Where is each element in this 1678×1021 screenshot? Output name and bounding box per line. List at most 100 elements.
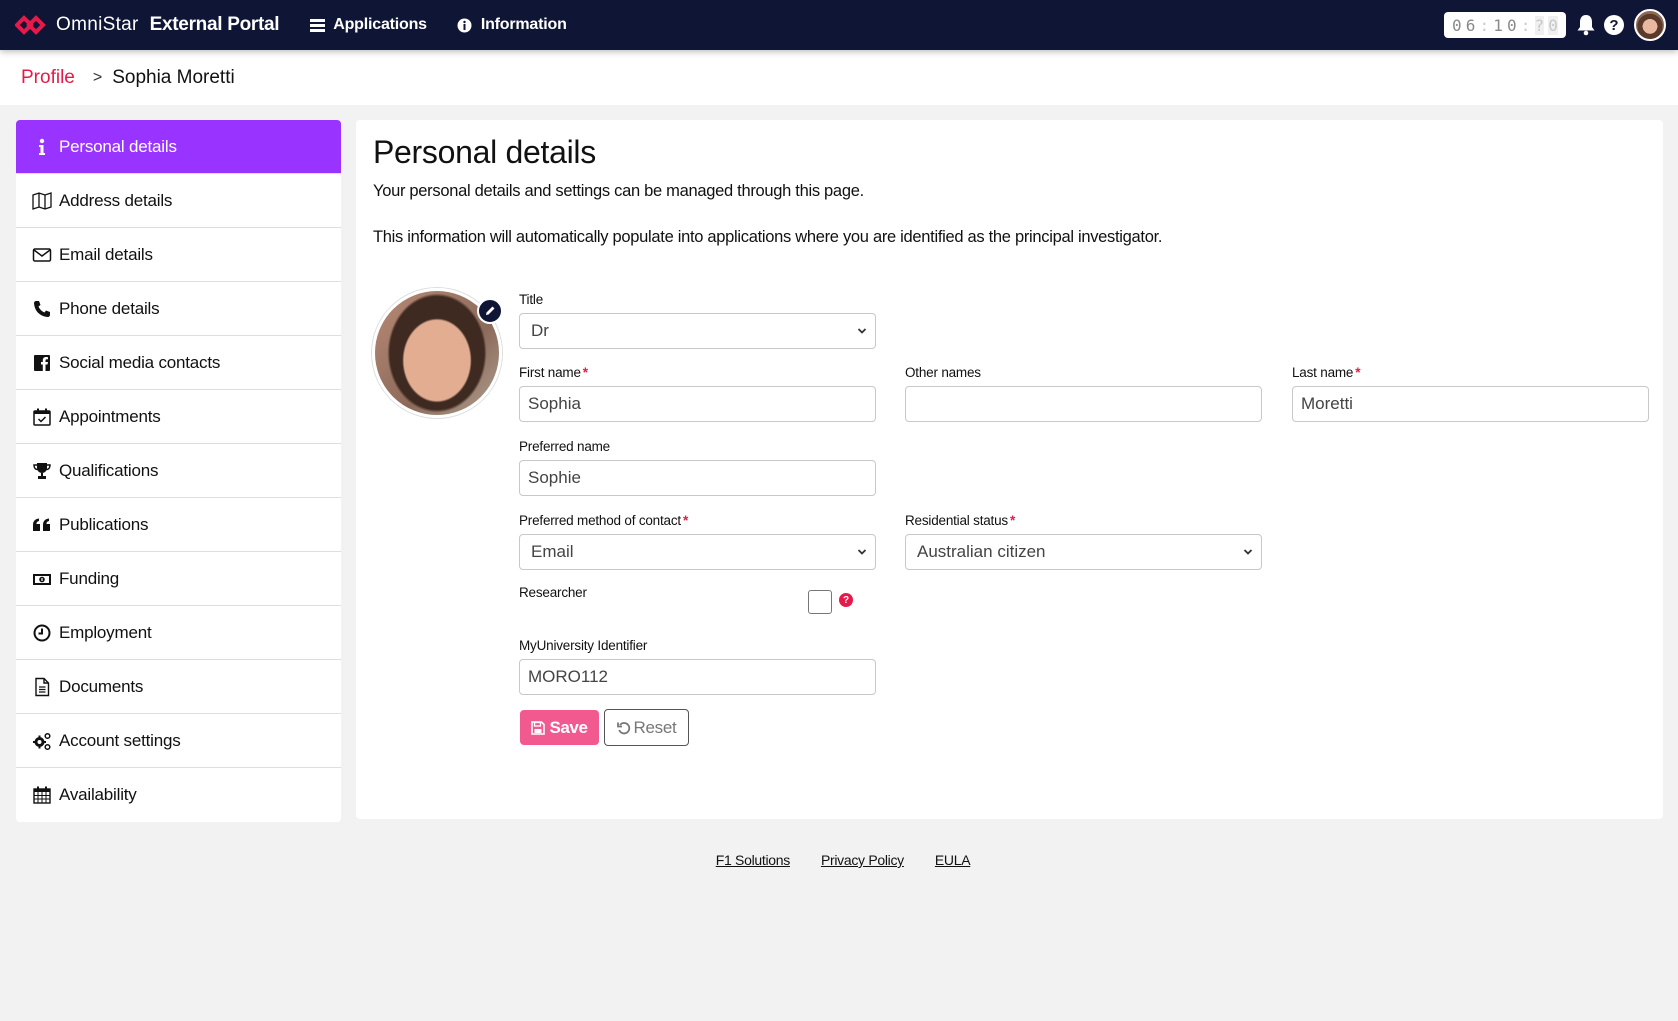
- footer-link-f1-solutions[interactable]: F1 Solutions: [716, 852, 791, 868]
- footer: F1 Solutions Privacy Policy EULA: [0, 852, 1678, 868]
- sidebar-item-documents[interactable]: Documents: [16, 660, 341, 714]
- user-avatar[interactable]: [1634, 9, 1666, 41]
- sidebar-item-availability[interactable]: Availability: [16, 768, 341, 822]
- sidebar-item-label: Phone details: [59, 298, 160, 318]
- sidebar-item-label: Availability: [59, 785, 137, 804]
- residential-status-field: Residential status * Australian citizen: [905, 513, 1262, 570]
- timer-separator: :: [1520, 15, 1531, 35]
- undo-icon: [616, 721, 630, 734]
- residential-status-value: Australian citizen: [917, 542, 1046, 561]
- help-icon[interactable]: ?: [1604, 15, 1624, 35]
- contact-method-label: Preferred method of contact: [519, 513, 681, 528]
- residential-status-label-wrap: Residential status *: [905, 513, 1262, 529]
- first-name-label-wrap: First name *: [519, 365, 876, 381]
- sidebar-item-label: Funding: [59, 568, 120, 588]
- first-name-label: First name: [519, 365, 581, 380]
- nav-applications[interactable]: Applications: [309, 16, 427, 34]
- sidebar-item-label: Account settings: [59, 730, 181, 750]
- footer-link-privacy-policy[interactable]: Privacy Policy: [821, 852, 904, 868]
- first-name-input[interactable]: [519, 386, 876, 422]
- brand-name: OmniStar: [56, 14, 139, 35]
- breadcrumb: Profile > Sophia Moretti: [0, 50, 1678, 105]
- breadcrumb-profile-link[interactable]: Profile: [21, 67, 75, 89]
- list-icon: [309, 17, 325, 33]
- last-name-input[interactable]: [1292, 386, 1649, 422]
- researcher-checkbox[interactable]: [808, 590, 832, 614]
- clock-icon: [31, 622, 53, 644]
- researcher-label: Researcher: [519, 585, 587, 600]
- logo[interactable]: OmniStar External Portal: [15, 0, 280, 50]
- envelope-icon: [31, 244, 53, 266]
- reset-button[interactable]: Reset: [604, 709, 689, 746]
- last-name-field: Last name *: [1292, 365, 1649, 422]
- calendar-icon: [31, 784, 53, 806]
- sidebar-item-label: Employment: [59, 622, 152, 642]
- sidebar-item-label: Address details: [59, 190, 173, 210]
- sidebar-item-email-details[interactable]: Email details: [16, 228, 341, 282]
- timer-separator: :: [1479, 15, 1490, 35]
- sidebar-item-social-media[interactable]: Social media contacts: [16, 336, 341, 390]
- other-names-input[interactable]: [905, 386, 1262, 422]
- sidebar-item-personal-details[interactable]: Personal details: [16, 120, 341, 174]
- contact-method-label-wrap: Preferred method of contact *: [519, 513, 876, 529]
- help-question-icon[interactable]: ?: [839, 593, 853, 607]
- save-button[interactable]: Save: [520, 710, 599, 745]
- save-button-label: Save: [549, 717, 588, 737]
- timer-digit: 0: [1548, 15, 1558, 35]
- preferred-name-input[interactable]: [519, 460, 876, 496]
- timer-digit: 0: [1507, 15, 1517, 35]
- university-id-input[interactable]: [519, 659, 876, 695]
- nav-applications-label: Applications: [333, 16, 427, 33]
- sidebar-item-label: Documents: [59, 676, 144, 696]
- page-title: Personal details: [373, 134, 596, 170]
- sidebar-item-label: Qualifications: [59, 460, 159, 480]
- breadcrumb-separator: >: [92, 68, 103, 86]
- sidebar-item-publications[interactable]: Publications: [16, 498, 341, 552]
- required-marker: *: [682, 513, 689, 528]
- info-circle-icon: [457, 17, 473, 33]
- sidebar-item-address-details[interactable]: Address details: [16, 174, 341, 228]
- personal-details-panel: Personal details Your personal details a…: [356, 120, 1663, 819]
- sidebar-item-funding[interactable]: Funding: [16, 552, 341, 606]
- sidebar-item-employment[interactable]: Employment: [16, 606, 341, 660]
- residential-status-select[interactable]: Australian citizen: [905, 534, 1262, 570]
- title-select[interactable]: Dr: [519, 313, 876, 349]
- money-bill-icon: [31, 568, 53, 590]
- chevron-down-icon: [857, 328, 867, 334]
- sidebar-item-phone-details[interactable]: Phone details: [16, 282, 341, 336]
- university-id-label: MyUniversity Identifier: [519, 638, 648, 653]
- title-field: Title Dr: [519, 292, 876, 349]
- nav-information[interactable]: Information: [457, 16, 567, 34]
- sidebar-item-account-settings[interactable]: Account settings: [16, 714, 341, 768]
- edit-photo-button[interactable]: [477, 298, 503, 324]
- bell-icon[interactable]: [1576, 14, 1596, 36]
- university-id-field: MyUniversity Identifier: [519, 638, 876, 695]
- sidebar-item-appointments[interactable]: Appointments: [16, 390, 341, 444]
- required-marker: *: [582, 365, 588, 380]
- timer-digit: 1: [1493, 15, 1503, 35]
- last-name-label-wrap: Last name *: [1292, 365, 1649, 381]
- document-icon: [31, 676, 53, 698]
- required-marker: *: [1355, 365, 1361, 380]
- footer-link-eula[interactable]: EULA: [935, 852, 971, 868]
- profile-photo: [372, 288, 503, 418]
- preferred-name-label: Preferred name: [519, 439, 610, 454]
- contact-method-value: Email: [531, 542, 574, 561]
- intro-text: Your personal details and settings can b…: [373, 182, 864, 200]
- pencil-icon: [486, 306, 495, 315]
- sidebar-item-label: Publications: [59, 514, 149, 534]
- nav-information-label: Information: [480, 16, 567, 33]
- phone-icon: [31, 298, 53, 320]
- intro-text-secondary: This information will automatically popu…: [373, 228, 1163, 246]
- breadcrumb-current: Sophia Moretti: [112, 66, 235, 88]
- title-label: Title: [519, 292, 544, 307]
- contact-method-select[interactable]: Email: [519, 534, 876, 570]
- sidebar-item-label: Personal details: [59, 136, 177, 156]
- other-names-field: Other names: [905, 365, 1262, 422]
- timer-digit: 0: [1452, 15, 1462, 35]
- trophy-icon: [31, 460, 53, 482]
- session-timer: 0 6 : 1 0 : ? 0: [1444, 12, 1566, 38]
- researcher-field: Researcher: [519, 585, 587, 606]
- sidebar-item-qualifications[interactable]: Qualifications: [16, 444, 341, 498]
- top-navigation-bar: OmniStar External Portal Applications In…: [0, 0, 1678, 50]
